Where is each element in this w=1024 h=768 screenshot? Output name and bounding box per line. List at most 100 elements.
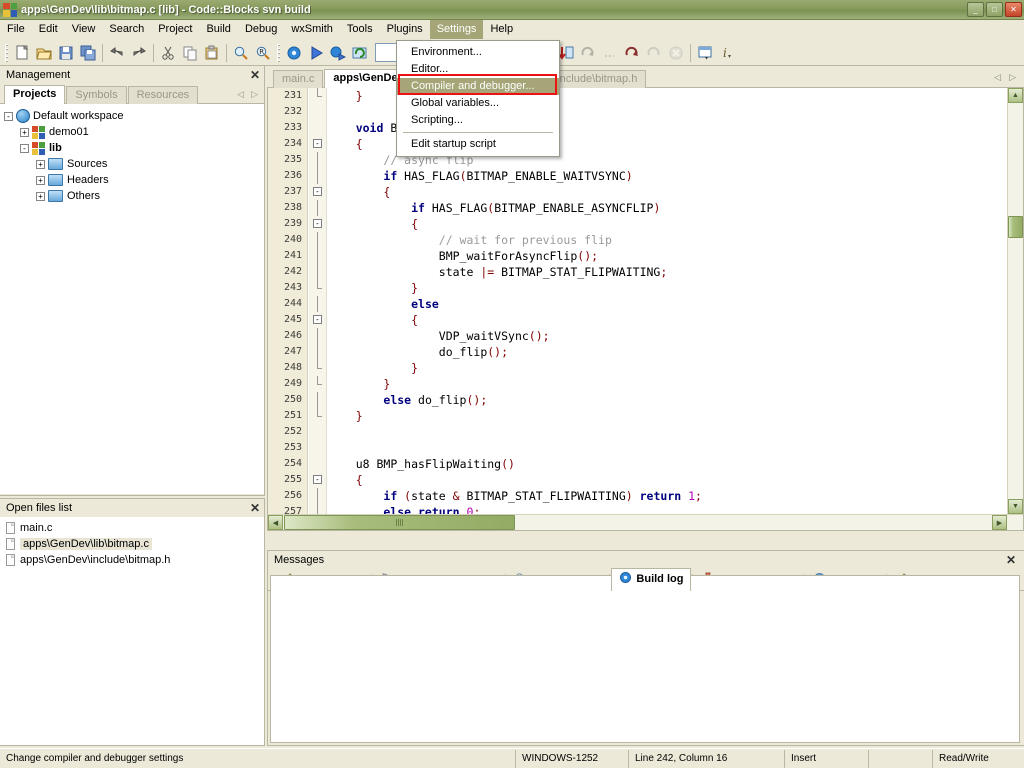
build-icon[interactable] <box>283 42 305 64</box>
settings-menu-item-global-variables[interactable]: Global variables... <box>397 95 559 112</box>
settings-menu-item-environment[interactable]: Environment... <box>397 44 559 61</box>
fold-marker[interactable]: - <box>309 472 326 488</box>
maximize-button[interactable]: □ <box>986 2 1003 17</box>
toolbar-grip[interactable] <box>5 43 8 62</box>
scroll-left-icon[interactable]: ◀ <box>268 515 283 530</box>
folder-icon <box>48 174 63 186</box>
redo-icon[interactable] <box>128 42 150 64</box>
open-file-item[interactable]: apps\GenDev\include\bitmap.h <box>6 552 264 568</box>
undo-icon[interactable] <box>106 42 128 64</box>
code-folding-margin[interactable]: ------ <box>309 88 327 530</box>
vertical-scroll-thumb[interactable] <box>1008 216 1023 238</box>
settings-menu-item-edit-startup-script[interactable]: Edit startup script <box>397 136 559 153</box>
menu-view[interactable]: View <box>65 20 103 39</box>
tree-item-headers[interactable]: + Headers <box>4 172 264 188</box>
menu-help[interactable]: Help <box>483 20 520 39</box>
tree-item-others[interactable]: + Others <box>4 188 264 204</box>
settings-menu-item-compiler-and-debugger[interactable]: Compiler and debugger... <box>397 78 559 95</box>
menu-edit[interactable]: Edit <box>32 20 65 39</box>
fold-marker[interactable]: - <box>309 216 326 232</box>
menu-tools[interactable]: Tools <box>340 20 380 39</box>
menu-wxsmith[interactable]: wxSmith <box>284 20 340 39</box>
chevron-right-icon[interactable]: ▷ <box>251 89 258 100</box>
open-files-list[interactable]: main.c apps\GenDev\lib\bitmap.c apps\GenDe… <box>0 517 264 745</box>
chevron-left-icon[interactable]: ◁ <box>237 89 244 100</box>
menu-build[interactable]: Build <box>199 20 237 39</box>
settings-dropdown-menu[interactable]: Environment... Editor... Compiler and debu… <box>396 40 560 157</box>
debug-step-over-icon[interactable] <box>599 42 621 64</box>
management-tab-projects[interactable]: Projects <box>4 85 66 104</box>
expand-toggle-icon[interactable]: + <box>20 127 29 137</box>
fold-marker <box>309 488 326 504</box>
editor-tab-nav[interactable]: ◁ ▷ <box>994 72 1016 83</box>
debug-info-icon[interactable]: i <box>716 42 738 64</box>
close-button[interactable]: ✕ <box>1005 2 1022 17</box>
scroll-down-icon[interactable]: ▼ <box>1008 499 1023 514</box>
replace-icon[interactable]: R <box>252 42 274 64</box>
minimize-button[interactable]: _ <box>967 2 984 17</box>
close-icon[interactable]: ✕ <box>250 69 260 81</box>
debug-next-line-icon[interactable] <box>577 42 599 64</box>
scroll-right-icon[interactable]: ▶ <box>992 515 1007 530</box>
management-tab-nav[interactable]: ◁ ▷ <box>237 89 258 100</box>
expand-toggle-icon[interactable]: + <box>36 175 45 185</box>
editor-vertical-scrollbar[interactable]: ▲ ▼ <box>1007 88 1023 530</box>
menu-plugins[interactable]: Plugins <box>380 20 430 39</box>
fold-marker[interactable]: - <box>309 136 326 152</box>
line-number: 240 <box>283 234 302 245</box>
menu-file[interactable]: File <box>0 20 32 39</box>
management-tab-resources[interactable]: Resources <box>127 86 199 104</box>
menu-debug[interactable]: Debug <box>238 20 284 39</box>
save-icon[interactable] <box>55 42 77 64</box>
collapse-toggle-icon[interactable]: - <box>4 111 13 121</box>
debug-window-icon[interactable] <box>694 42 716 64</box>
collapse-toggle-icon[interactable]: - <box>20 143 29 153</box>
messages-header: Messages ✕ <box>268 551 1024 569</box>
line-number: 251 <box>283 410 302 421</box>
fold-marker[interactable]: - <box>309 184 326 200</box>
debug-step-out-icon[interactable] <box>643 42 665 64</box>
open-file-item[interactable]: apps\GenDev\lib\bitmap.c <box>6 536 264 552</box>
menu-settings[interactable]: Settings <box>429 20 484 39</box>
code-editor[interactable]: 231 232 233 234 235 236 237 238 239 240 241 242 243 2… <box>267 88 1024 531</box>
editor-horizontal-scrollbar[interactable]: ◀ ▶ <box>268 514 1023 530</box>
project-tree[interactable]: - Default workspace + demo01 - lib + Sources + He… <box>0 104 264 494</box>
rebuild-icon[interactable] <box>349 42 371 64</box>
build-log-output[interactable] <box>270 575 1020 743</box>
expand-toggle-icon[interactable]: + <box>36 191 45 201</box>
open-file-icon[interactable] <box>33 42 55 64</box>
message-tab-build-log[interactable]: Build log <box>611 568 692 591</box>
debug-step-into-icon[interactable] <box>621 42 643 64</box>
toolbar-grip[interactable] <box>277 43 280 62</box>
scroll-up-icon[interactable]: ▲ <box>1008 88 1023 103</box>
tree-item-default-workspace[interactable]: - Default workspace <box>4 108 264 124</box>
chevron-right-icon[interactable]: ▷ <box>1009 72 1016 83</box>
fold-marker[interactable]: - <box>309 312 326 328</box>
editor-tab-0[interactable]: main.c <box>273 70 324 88</box>
horizontal-scroll-thumb[interactable] <box>284 515 515 530</box>
cut-icon[interactable] <box>157 42 179 64</box>
menu-project[interactable]: Project <box>151 20 199 39</box>
settings-menu-item-scripting[interactable]: Scripting... <box>397 112 559 129</box>
close-icon[interactable]: ✕ <box>1006 554 1016 566</box>
code-line: { <box>383 185 391 199</box>
tree-item-lib[interactable]: - lib <box>4 140 264 156</box>
run-icon[interactable] <box>305 42 327 64</box>
new-file-icon[interactable] <box>11 42 33 64</box>
build-and-run-icon[interactable] <box>327 42 349 64</box>
management-tab-symbols[interactable]: Symbols <box>66 86 127 104</box>
chevron-left-icon[interactable]: ◁ <box>994 72 1001 83</box>
tree-item-demo01[interactable]: + demo01 <box>4 124 264 140</box>
paste-icon[interactable] <box>201 42 223 64</box>
settings-menu-item-editor[interactable]: Editor... <box>397 61 559 78</box>
tree-item-sources[interactable]: + Sources <box>4 156 264 172</box>
expand-toggle-icon[interactable]: + <box>36 159 45 169</box>
find-icon[interactable] <box>230 42 252 64</box>
save-all-icon[interactable] <box>77 42 99 64</box>
debug-stop-icon[interactable] <box>665 42 687 64</box>
open-file-item[interactable]: main.c <box>6 520 264 536</box>
tree-item-label: demo01 <box>49 126 89 138</box>
menu-search[interactable]: Search <box>102 20 151 39</box>
copy-icon[interactable] <box>179 42 201 64</box>
close-icon[interactable]: ✕ <box>250 502 260 514</box>
